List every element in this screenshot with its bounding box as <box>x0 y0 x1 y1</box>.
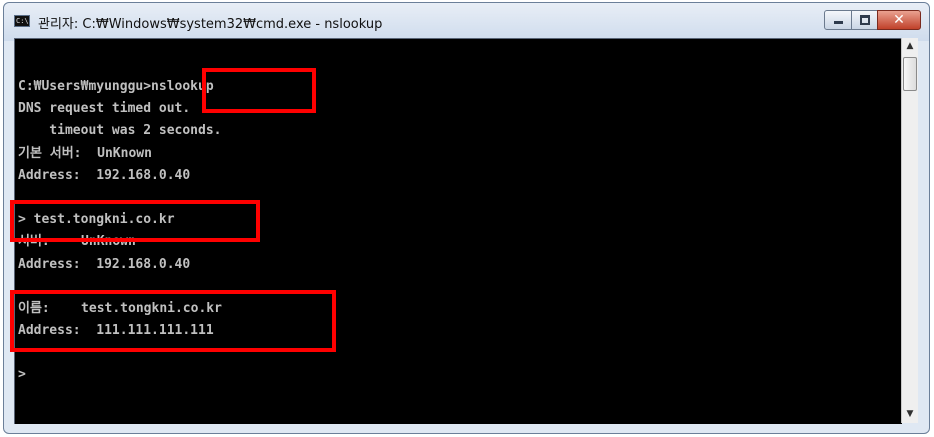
cmd-app-icon[interactable]: C:\ <box>14 15 30 27</box>
scroll-up-arrow-icon[interactable]: ▲ <box>902 38 918 55</box>
highlight-box-nslookup <box>202 68 316 113</box>
highlight-box-result <box>10 290 336 352</box>
console-line: C:₩Users₩myunggu>nslookup <box>18 79 214 94</box>
vertical-scrollbar[interactable]: ▲ ▼ <box>901 38 918 423</box>
maximize-icon <box>860 15 870 25</box>
close-icon: ✕ <box>893 12 905 28</box>
highlight-box-query <box>10 200 260 242</box>
console-line: Address: 192.168.0.40 <box>18 257 191 272</box>
scroll-down-arrow-icon[interactable]: ▼ <box>902 406 918 423</box>
close-button[interactable]: ✕ <box>877 10 921 30</box>
console-line: timeout was 2 seconds. <box>18 123 222 138</box>
window-title: 관리자: C:₩Windows₩system32₩cmd.exe - nsloo… <box>38 17 383 32</box>
minimize-button[interactable] <box>824 10 852 30</box>
console-line: 기본 서버: UnKnown <box>18 146 152 161</box>
maximize-button[interactable] <box>851 10 878 30</box>
console-prompt[interactable]: > <box>18 365 26 385</box>
minimize-icon <box>834 21 843 24</box>
console-line: DNS request timed out. <box>18 101 191 116</box>
scroll-thumb[interactable] <box>903 57 917 91</box>
title-bar[interactable]: C:\ 관리자: C:₩Windows₩system32₩cmd.exe - n… <box>4 3 929 41</box>
console-line: Address: 192.168.0.40 <box>18 168 191 183</box>
